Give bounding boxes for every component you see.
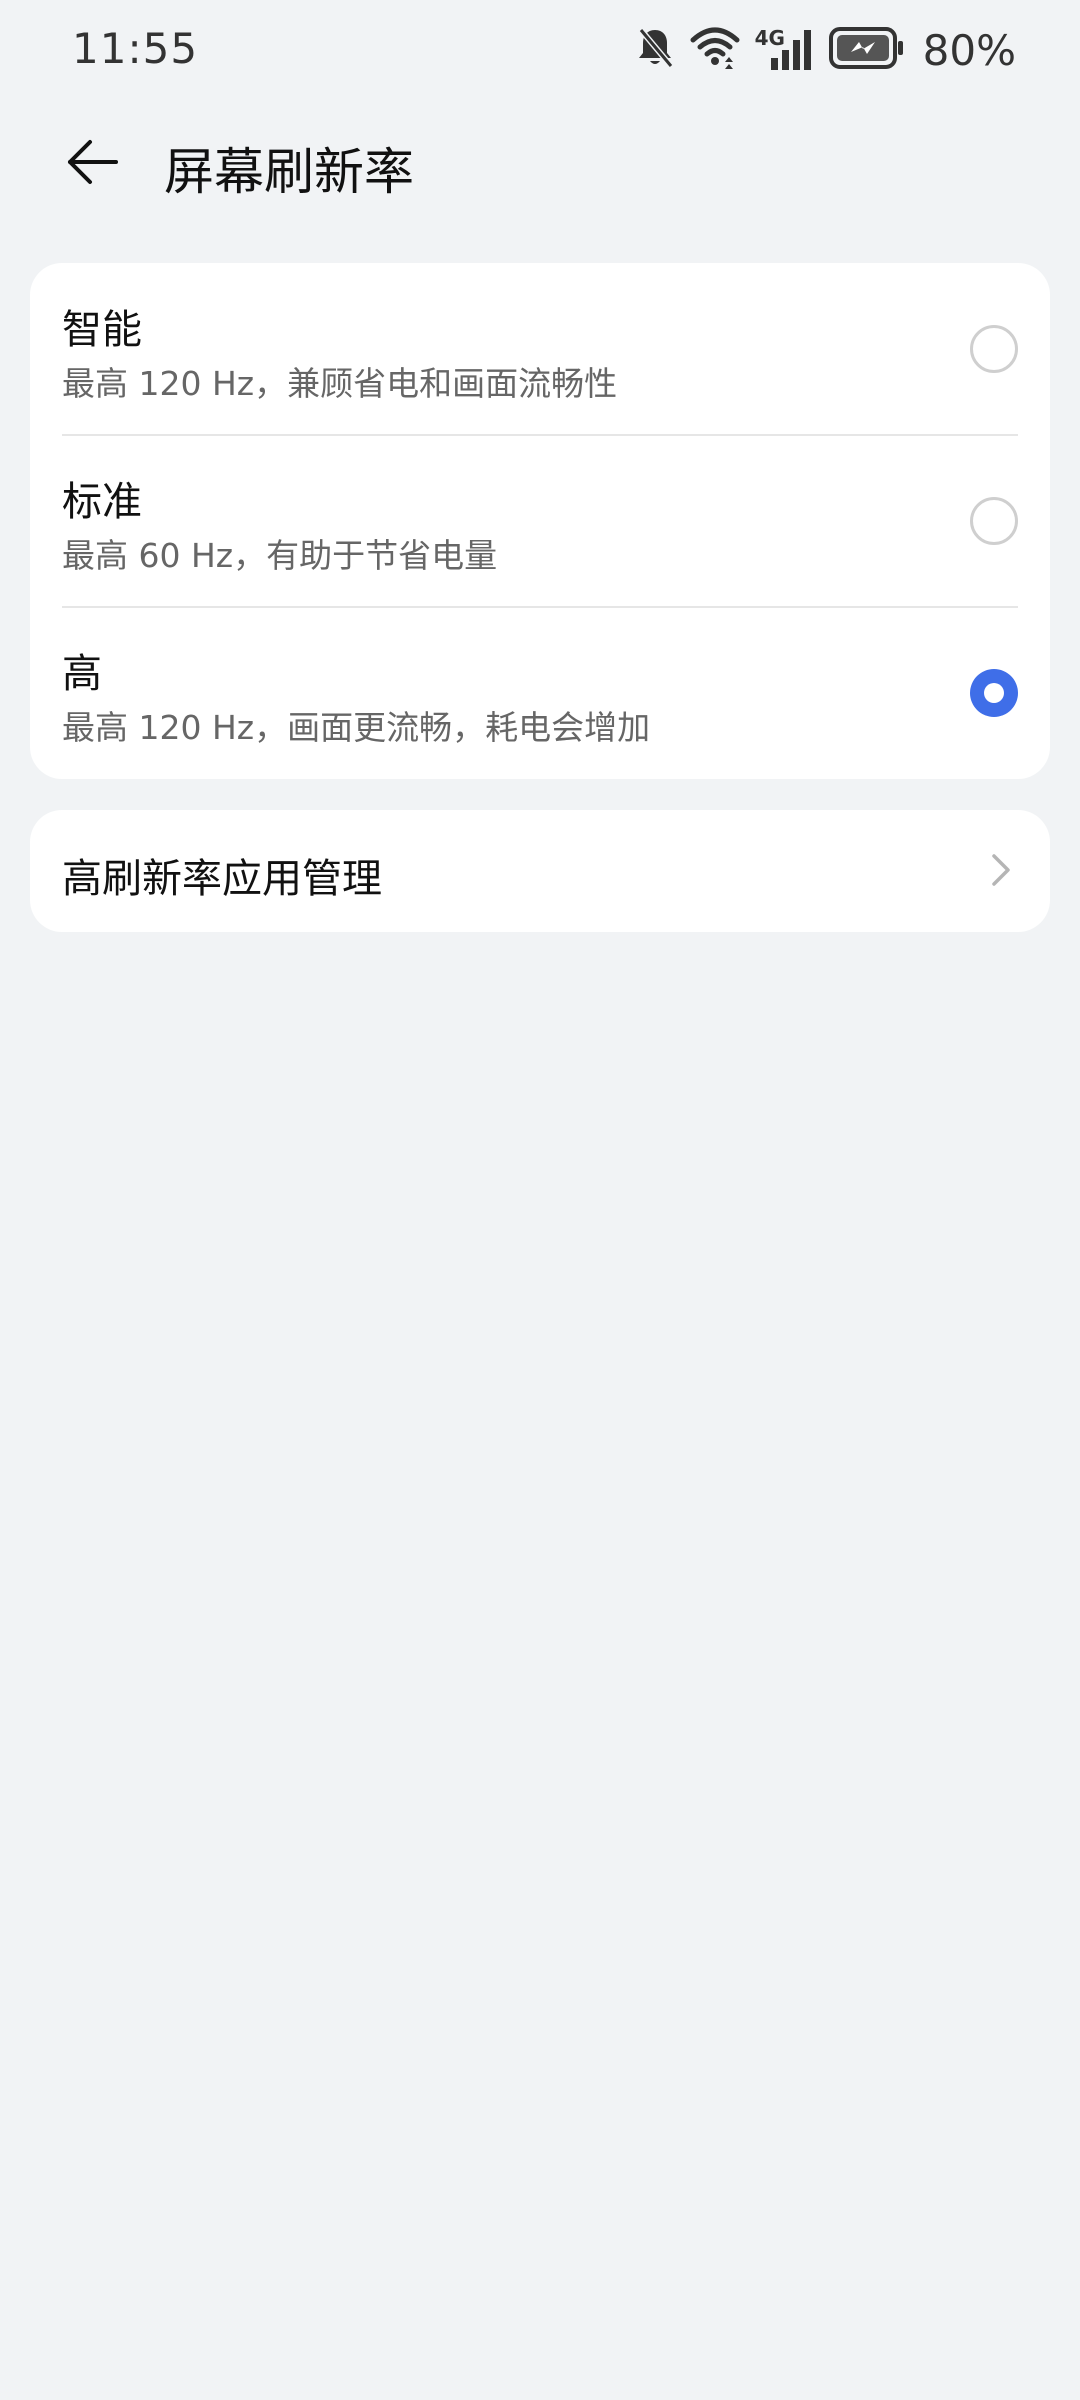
status-time: 11:55: [72, 24, 199, 73]
option-title: 高: [62, 651, 102, 697]
option-description: 最高 120 Hz，兼顾省电和画面流畅性: [62, 364, 618, 403]
status-icons: 4G 80%: [635, 24, 1016, 76]
battery-charging-icon: [828, 27, 905, 73]
page-title: 屏幕刷新率: [164, 143, 414, 201]
battery-percent: 80%: [922, 25, 1016, 75]
option-smart[interactable]: 智能 最高 120 Hz，兼顾省电和画面流畅性: [30, 263, 1050, 435]
back-button[interactable]: [56, 128, 128, 200]
option-description: 最高 120 Hz，画面更流畅，耗电会增加: [62, 708, 651, 747]
app-management-card[interactable]: 高刷新率应用管理: [30, 810, 1050, 932]
radio-button-high[interactable]: [970, 669, 1018, 717]
option-title: 智能: [62, 307, 142, 353]
option-standard[interactable]: 标准 最高 60 Hz，有助于节省电量: [30, 435, 1050, 607]
radio-button-standard[interactable]: [970, 497, 1018, 545]
option-description: 最高 60 Hz，有助于节省电量: [62, 536, 498, 575]
chevron-right-icon: [982, 850, 1018, 890]
header: 屏幕刷新率: [0, 110, 1080, 220]
cellular-4g-icon: 4G: [755, 26, 815, 72]
status-bar: 11:55 4G 80%: [0, 0, 1080, 100]
app-management-label: 高刷新率应用管理: [62, 856, 382, 902]
refresh-rate-options-card: 智能 最高 120 Hz，兼顾省电和画面流畅性 标准 最高 60 Hz，有助于节…: [30, 263, 1050, 779]
bell-off-icon: [635, 26, 675, 74]
arrow-left-icon: [64, 136, 120, 192]
radio-button-smart[interactable]: [970, 325, 1018, 373]
option-title: 标准: [62, 479, 142, 525]
wifi-icon: [689, 26, 741, 74]
option-high[interactable]: 高 最高 120 Hz，画面更流畅，耗电会增加: [30, 607, 1050, 779]
